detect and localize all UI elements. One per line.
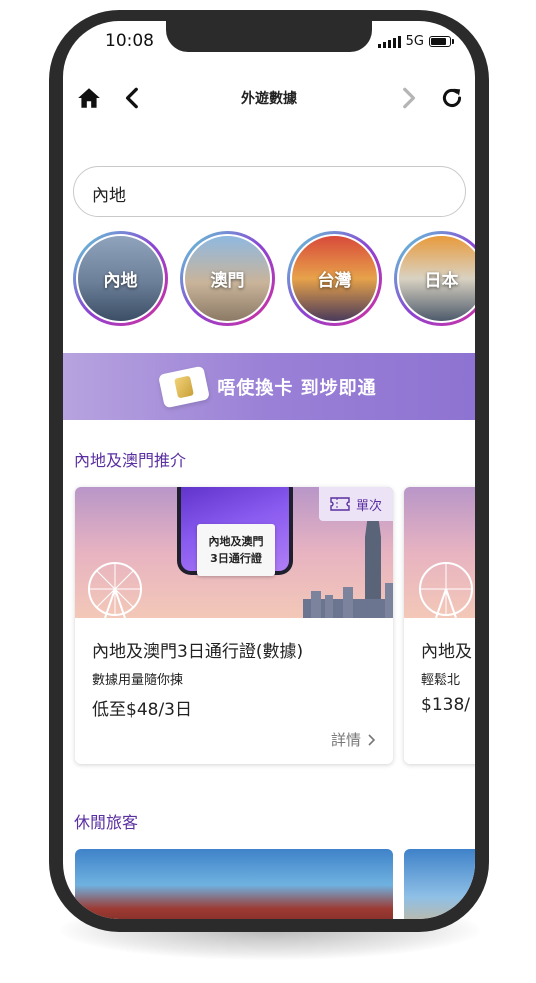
promo-banner[interactable]: 唔使換卡 到埗即通: [63, 353, 475, 420]
forward-icon[interactable]: [395, 85, 421, 111]
signal-icon: [377, 35, 401, 48]
status-time: 10:08: [105, 31, 154, 51]
detail-label: 詳情: [330, 731, 361, 749]
region-label: 澳門: [210, 271, 245, 291]
card-subtitle: 輕鬆北: [421, 673, 461, 688]
region-label: 日本: [424, 271, 459, 291]
card-detail-link[interactable]: 詳情: [331, 729, 375, 750]
card-title: 內地及澳門3日通行證(數據): [92, 642, 304, 662]
product-card[interactable]: 內地及澳門 3日通行證 單次 內地及澳門3日通行證(數據) 數據用量隨你揀 低至…: [75, 487, 393, 764]
ticket-line-2: 3日通行證: [210, 552, 262, 565]
card-badge: 單次: [319, 487, 393, 521]
card-title: 內地及: [421, 642, 472, 662]
card-image: [404, 487, 475, 618]
card-price: 低至$48/3日: [92, 700, 192, 720]
card-image: 內地及澳門 3日通行證 單次: [75, 487, 393, 618]
recommend-section-title: 內地及澳門推介: [74, 451, 187, 470]
top-navbar: 外遊數據: [63, 77, 475, 117]
phone-screen: 10:08 5G 外遊數據 內地 內地 澳門 台灣 日本 唔使換卡 到埗即通 內…: [63, 21, 475, 919]
card-subtitle: 數據用量隨你揀: [92, 673, 184, 688]
chevron-right-icon: [368, 733, 375, 746]
region-mainland[interactable]: 內地: [73, 231, 168, 326]
ferris-wheel-icon: [419, 562, 473, 618]
badge-label: 單次: [355, 498, 382, 514]
region-label: 內地: [103, 271, 138, 291]
network-type: 5G: [405, 34, 424, 49]
banner-text: 唔使換卡 到埗即通: [217, 377, 377, 399]
status-indicators: 5G: [377, 34, 454, 49]
region-macau[interactable]: 澳門: [180, 231, 275, 326]
region-japan[interactable]: 日本: [394, 231, 475, 326]
leisure-card[interactable]: [404, 849, 475, 919]
leisure-section-title: 休閒旅客: [74, 813, 139, 832]
ticket-line-1: 內地及澳門: [208, 535, 264, 548]
ticket-icon: [330, 497, 350, 511]
leisure-card[interactable]: [75, 849, 393, 919]
region-label: 台灣: [317, 271, 352, 291]
phone-notch: [166, 21, 372, 52]
region-selector: 內地 澳門 台灣 日本: [73, 231, 475, 331]
battery-icon: [429, 36, 454, 47]
ferris-wheel-icon: [88, 562, 142, 618]
sim-card-icon: [158, 365, 211, 408]
refresh-icon[interactable]: [439, 85, 465, 111]
search-input[interactable]: 內地: [73, 166, 466, 217]
card-price: $138/: [421, 695, 470, 715]
pass-ticket: 內地及澳門 3日通行證: [197, 524, 275, 576]
product-card[interactable]: 內地及 輕鬆北 $138/: [404, 487, 475, 764]
region-taiwan[interactable]: 台灣: [287, 231, 382, 326]
